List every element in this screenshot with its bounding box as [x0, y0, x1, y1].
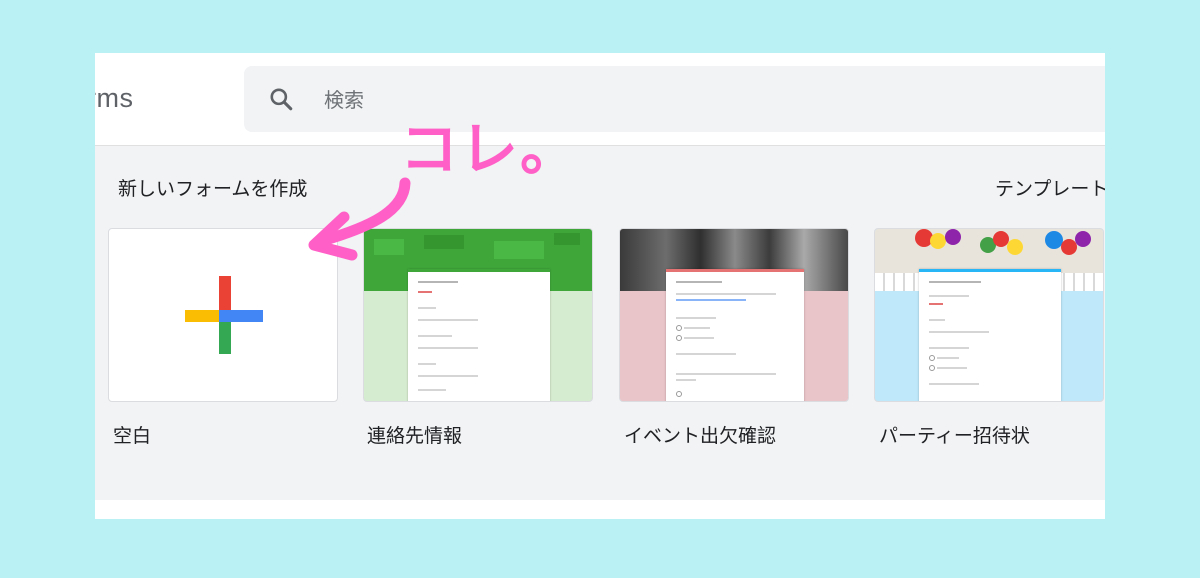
app-name: rms — [95, 83, 134, 113]
google-plus-icon — [185, 276, 263, 354]
template-label-event: イベント出欠確認 — [624, 425, 777, 447]
template-label-blank: 空白 — [113, 425, 152, 447]
template-label-contact: 連絡先情報 — [367, 425, 463, 447]
template-card-party[interactable] — [874, 228, 1104, 402]
event-form-preview — [666, 269, 804, 401]
top-bar: rms — [95, 53, 1105, 146]
template-label-party: パーティー招待状 — [879, 425, 1030, 447]
arrow-icon — [308, 177, 411, 261]
new-form-section: 新しいフォームを作成 テンプレート 空白 連絡先情報 イベント出欠確認 パーティ… — [95, 146, 1105, 500]
search-icon[interactable] — [268, 86, 294, 112]
contact-form-preview — [408, 269, 550, 401]
bottom-strip — [95, 500, 1105, 519]
annotation-text: コレ。 — [400, 115, 581, 183]
party-form-preview — [919, 269, 1061, 401]
template-card-event[interactable] — [619, 228, 849, 402]
forms-screen: rms 新しいフォームを作成 テンプレート 空白 — [95, 53, 1105, 519]
search-bar[interactable] — [244, 66, 1105, 132]
section-title: 新しいフォームを作成 — [118, 178, 308, 200]
template-gallery-link[interactable]: テンプレート — [995, 174, 1105, 201]
